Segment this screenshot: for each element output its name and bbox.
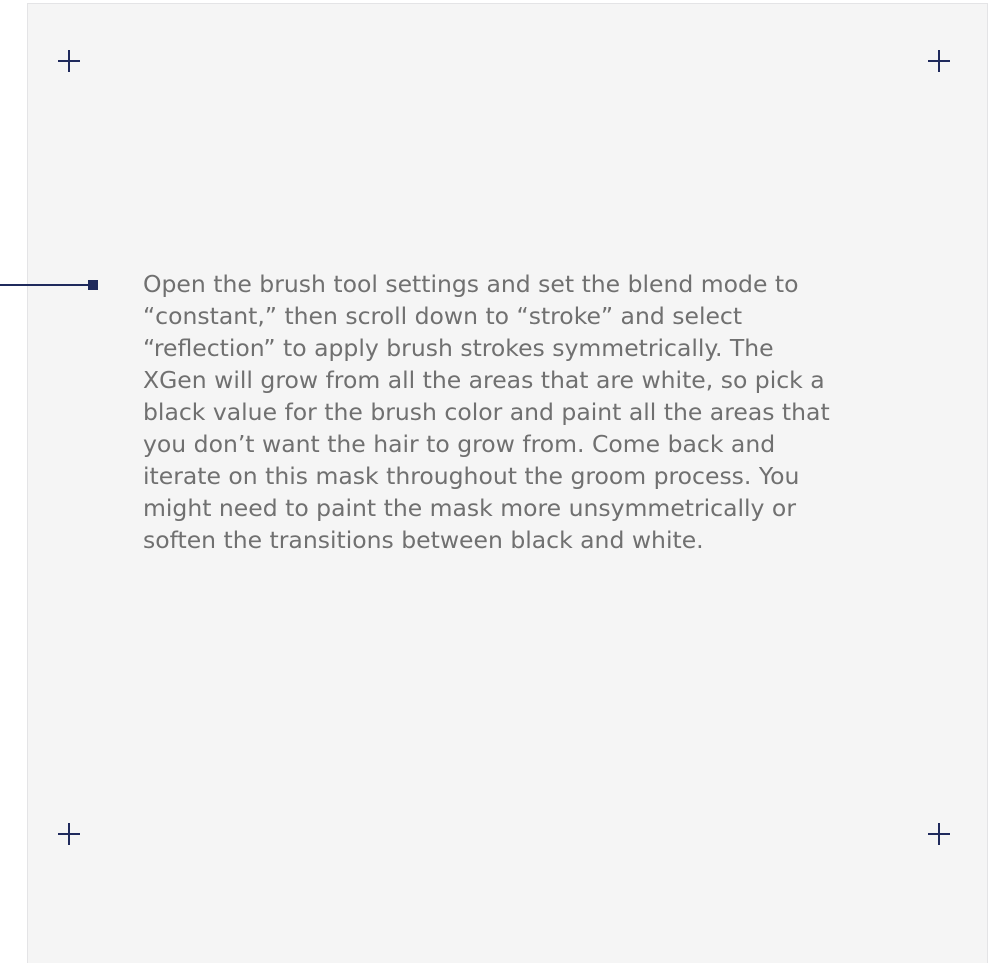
plus-crosshair-icon <box>928 823 950 845</box>
instruction-paragraph: Open the brush tool settings and set the… <box>143 270 830 554</box>
callout-pointer-line <box>0 284 90 286</box>
plus-crosshair-icon <box>58 50 80 72</box>
callout-pointer-icon <box>88 280 98 290</box>
plus-crosshair-icon <box>58 823 80 845</box>
plus-crosshair-icon <box>928 50 950 72</box>
